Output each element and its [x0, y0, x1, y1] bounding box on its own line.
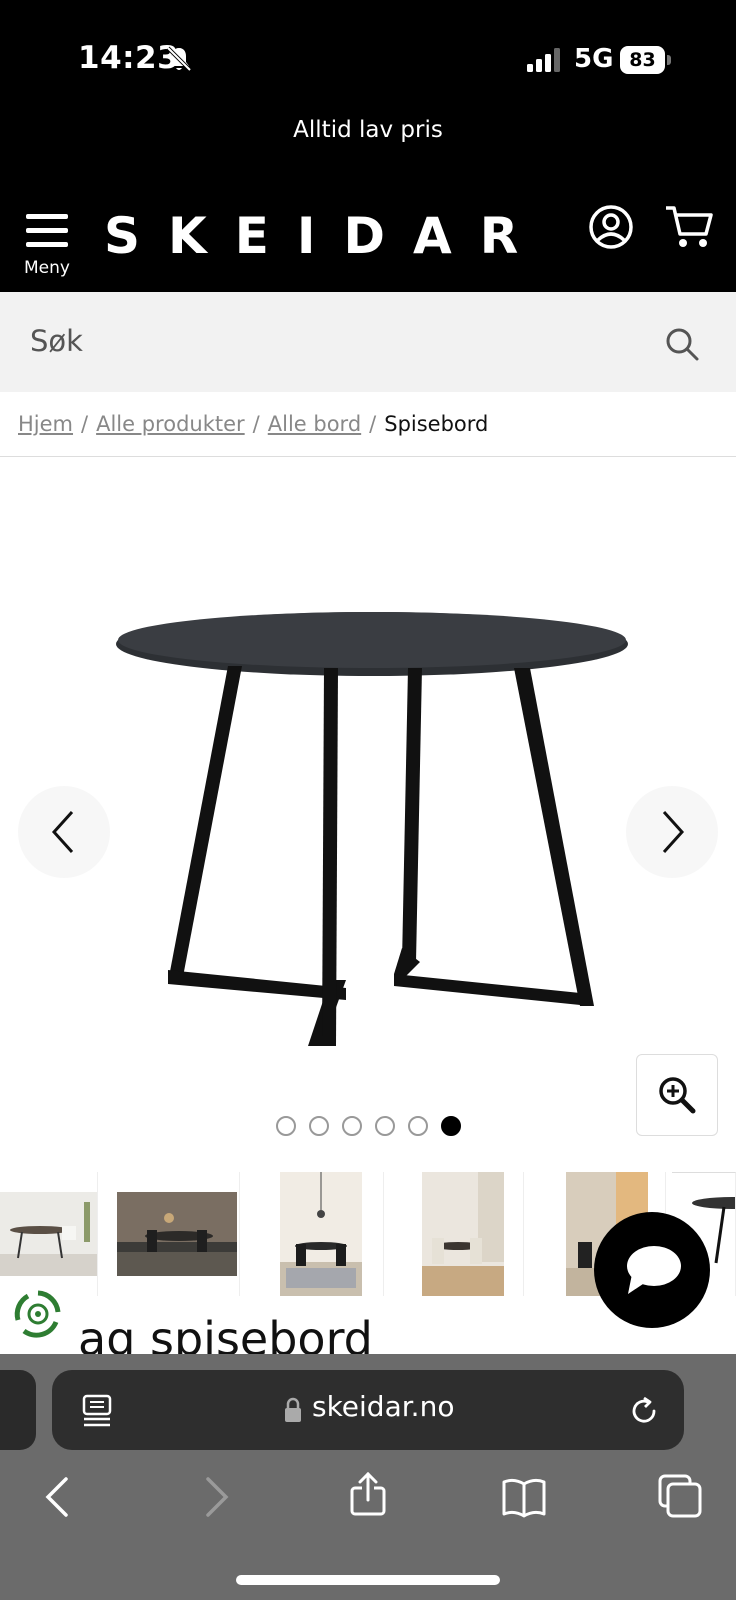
eco-recycle-icon[interactable] [12, 1288, 64, 1340]
carousel-dots [276, 1116, 466, 1138]
site-logo[interactable]: SKEIDAR [104, 200, 546, 272]
chat-bubble-icon [627, 1246, 681, 1294]
search-bar[interactable]: Søk [0, 292, 736, 392]
breadcrumb-home[interactable]: Hjem [18, 412, 73, 436]
breadcrumb-separator: / [369, 412, 377, 436]
zoom-in-icon [659, 1077, 696, 1114]
promo-bar: Alltid lav pris [0, 112, 736, 190]
chevron-left-icon [51, 810, 74, 854]
home-indicator [236, 1575, 500, 1585]
breadcrumb-separator: / [252, 412, 260, 436]
status-bar: 14:23 5G 83 [0, 0, 736, 112]
thumbnail[interactable] [0, 1172, 98, 1296]
product-image [116, 612, 628, 1046]
breadcrumb-all-products[interactable]: Alle produkter [96, 412, 245, 436]
carousel-dot[interactable] [309, 1116, 329, 1136]
lock-icon [285, 1397, 301, 1422]
carousel-dot[interactable] [342, 1116, 362, 1136]
carousel-prev-button[interactable] [18, 786, 110, 878]
thumbnail[interactable] [398, 1172, 524, 1296]
search-input[interactable]: Søk [30, 324, 83, 358]
zoom-button[interactable] [636, 1054, 718, 1136]
chevron-right-icon [662, 810, 685, 854]
menu-label: Meny [24, 258, 70, 278]
breadcrumb-current: Spisebord [384, 412, 489, 436]
chat-button[interactable] [594, 1212, 710, 1328]
carousel-dot[interactable] [408, 1116, 428, 1136]
previous-tab[interactable] [0, 1370, 36, 1450]
menu-button[interactable]: Meny [18, 206, 76, 278]
status-time: 14:23 [78, 40, 180, 76]
bell-muted-icon [166, 46, 192, 72]
breadcrumb: Hjem / Alle produkter / Alle bord / Spisebord [18, 412, 488, 444]
carousel-dot[interactable] [276, 1116, 296, 1136]
battery-tip [667, 55, 671, 65]
thumbnail[interactable] [114, 1172, 240, 1296]
reader-mode-icon[interactable] [82, 1394, 112, 1428]
back-icon[interactable] [38, 1475, 82, 1519]
share-icon[interactable] [346, 1472, 390, 1516]
promo-text: Alltid lav pris [293, 117, 443, 143]
network-label: 5G [574, 44, 614, 74]
thumbnail[interactable] [258, 1172, 384, 1296]
breadcrumb-all-tables[interactable]: Alle bord [268, 412, 361, 436]
hamburger-icon [26, 214, 68, 247]
battery-icon: 83 [620, 46, 671, 74]
reload-icon[interactable] [628, 1395, 660, 1427]
breadcrumb-separator: / [81, 412, 89, 436]
product-title: ag spisebord [78, 1312, 373, 1356]
carousel-next-button[interactable] [626, 786, 718, 878]
signal-icon [527, 48, 560, 72]
site-header: Meny SKEIDAR [0, 190, 736, 292]
tabs-icon[interactable] [658, 1474, 702, 1518]
carousel-dot[interactable] [375, 1116, 395, 1136]
divider [0, 456, 736, 457]
cart-icon[interactable] [664, 202, 714, 250]
url-text[interactable]: skeidar.no [312, 1390, 454, 1423]
bookmarks-icon[interactable] [502, 1476, 546, 1520]
search-icon[interactable] [664, 326, 700, 362]
battery-level: 83 [620, 46, 665, 74]
carousel-dot-active[interactable] [441, 1116, 461, 1136]
forward-icon[interactable] [192, 1475, 236, 1519]
account-icon[interactable] [588, 204, 634, 250]
